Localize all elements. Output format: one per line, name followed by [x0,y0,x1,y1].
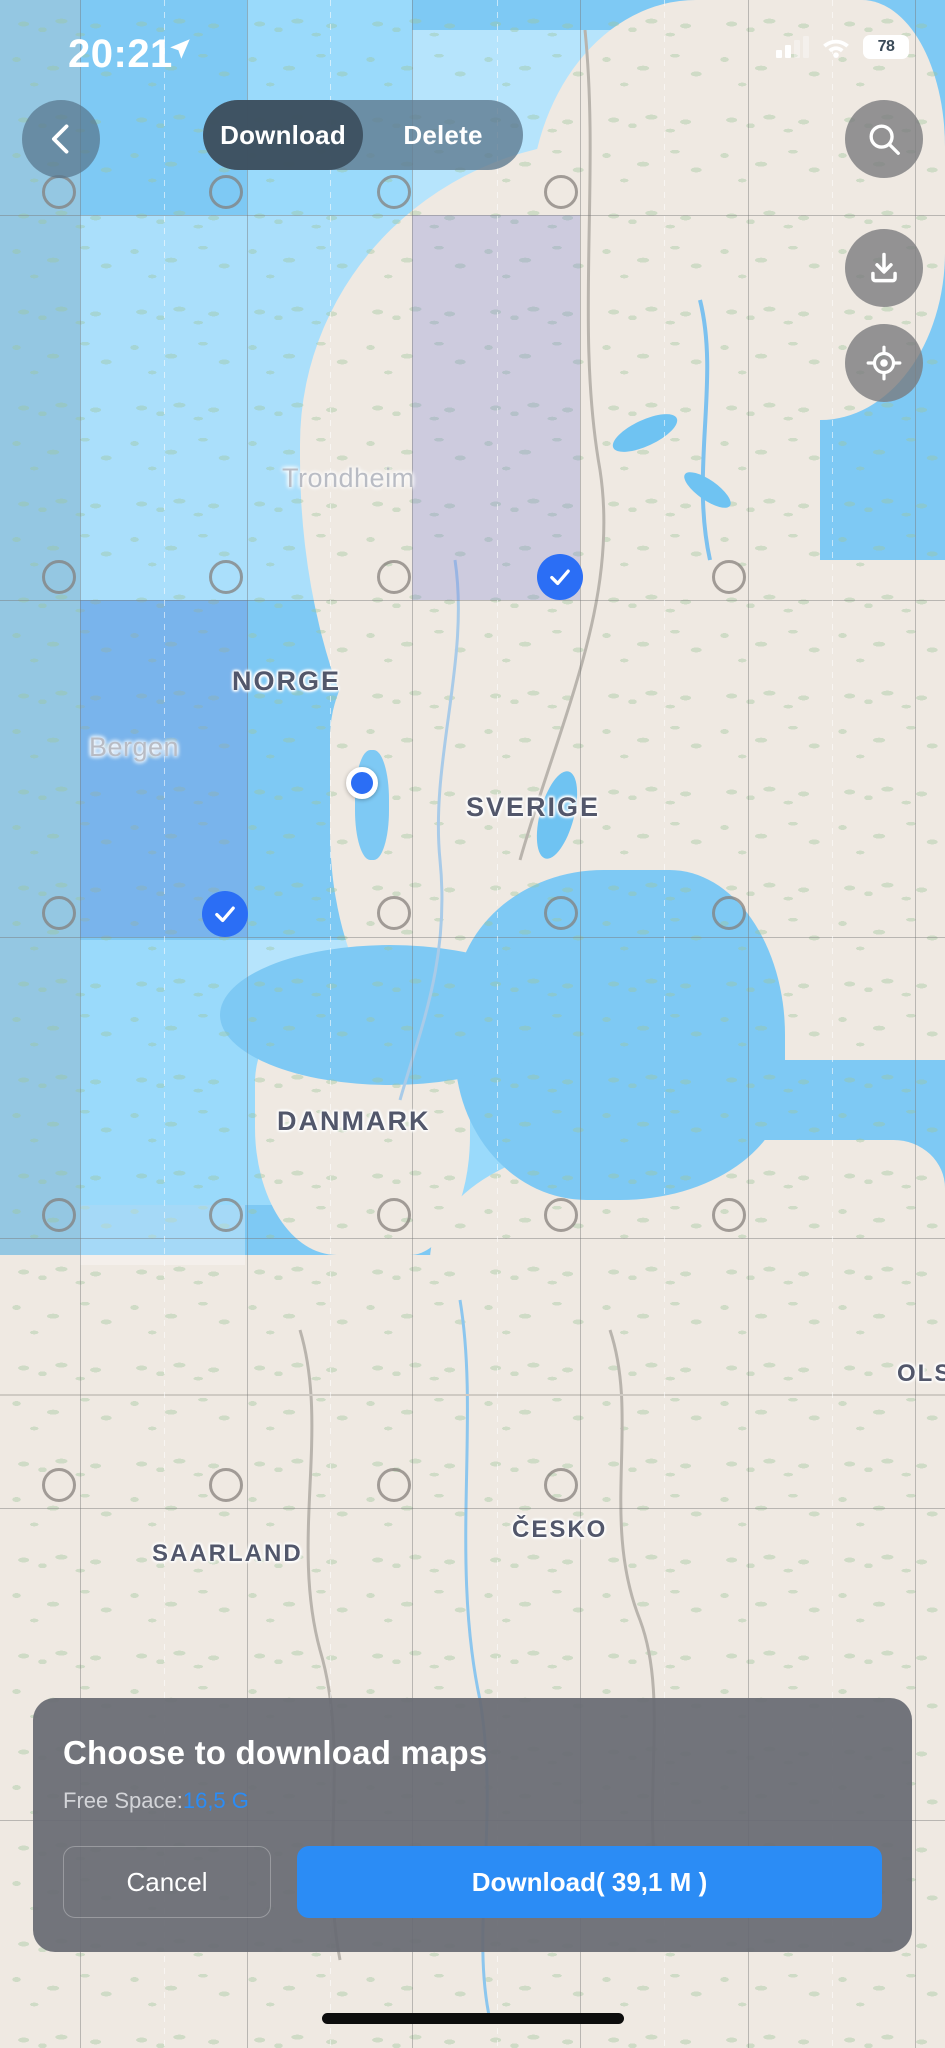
search-icon [869,124,900,155]
cellular-signal-icon [776,36,809,58]
checkmark-icon [215,906,235,923]
free-space-row: Free Space:16,5 G [63,1788,882,1814]
segment-delete[interactable]: Delete [363,100,523,170]
status-indicators: 78 [776,35,909,59]
tile-marker-unselected[interactable] [544,1468,578,1502]
tile-marker-unselected[interactable] [544,896,578,930]
map-grid-line [0,937,945,938]
tile-marker-unselected[interactable] [377,560,411,594]
map-country-label: SVERIGE [466,792,601,822]
download-tray-icon [871,252,897,283]
tile-marker-unselected[interactable] [377,1468,411,1502]
locate-me-button[interactable] [845,324,923,402]
app-screen: Trondheim Bergen NORGE SVERIGE DANMARK S… [0,0,945,2048]
free-space-value: 16,5 G [182,1788,249,1813]
search-button[interactable] [845,100,923,178]
map-country-label: DANMARK [277,1106,431,1136]
tile-marker-unselected[interactable] [42,1198,76,1232]
tile-marker-selected[interactable] [202,891,248,937]
selected-tile-overlay[interactable] [412,215,580,600]
tile-marker-unselected[interactable] [712,896,746,930]
tile-marker-unselected[interactable] [209,560,243,594]
tile-marker-selected[interactable] [537,554,583,600]
tile-marker-unselected[interactable] [377,1198,411,1232]
status-time: 20:21 [68,32,173,76]
checkmark-icon [550,569,570,586]
tile-marker-unselected[interactable] [544,175,578,209]
map-grid-line [915,0,916,2048]
map-grid-line [0,1508,945,1509]
home-indicator[interactable] [321,2013,624,2024]
map-country-label: ČESKO [512,1516,608,1543]
map-country-label: NORGE [232,666,342,696]
map-city-label: Bergen [89,732,180,762]
tile-marker-unselected[interactable] [544,1198,578,1232]
tile-marker-unselected[interactable] [377,896,411,930]
download-sheet: Choose to download maps Free Space:16,5 … [33,1698,912,1952]
confirm-download-button[interactable]: Download( 39,1 M ) [297,1846,882,1918]
cancel-button[interactable]: Cancel [63,1846,271,1918]
segment-download[interactable]: Download [203,100,363,170]
tile-marker-unselected[interactable] [712,1198,746,1232]
chevron-left-icon [51,124,69,154]
tile-marker-unselected[interactable] [42,560,76,594]
sheet-actions: Cancel Download( 39,1 M ) [63,1846,882,1918]
wifi-icon [823,39,849,58]
mode-segmented-control[interactable]: Download Delete [203,100,523,170]
crosshair-locate-icon [866,345,902,381]
tile-marker-unselected[interactable] [209,1468,243,1502]
tile-marker-unselected[interactable] [712,560,746,594]
back-button[interactable] [22,100,100,178]
tile-marker-unselected[interactable] [209,175,243,209]
battery-indicator: 78 [863,35,909,59]
map-country-label: OLS [897,1360,945,1387]
map-lake [490,1040,550,1064]
user-location-dot [346,767,378,799]
location-arrow-icon [170,39,190,59]
sheet-title: Choose to download maps [63,1734,488,1771]
tile-marker-unselected[interactable] [209,1198,243,1232]
download-button[interactable] [845,229,923,307]
map-country-label: SAARLAND [152,1540,303,1567]
tile-marker-unselected[interactable] [42,175,76,209]
map-grid-line [0,600,945,601]
status-bar: 20:21 78 [0,0,945,95]
free-space-label: Free Space: [63,1788,183,1813]
tile-marker-unselected[interactable] [42,896,76,930]
map-city-label: Trondheim [282,463,415,493]
tile-marker-unselected[interactable] [42,1468,76,1502]
map-grid-line [0,1238,945,1239]
tile-marker-unselected[interactable] [377,175,411,209]
map-grid-line [0,215,945,216]
